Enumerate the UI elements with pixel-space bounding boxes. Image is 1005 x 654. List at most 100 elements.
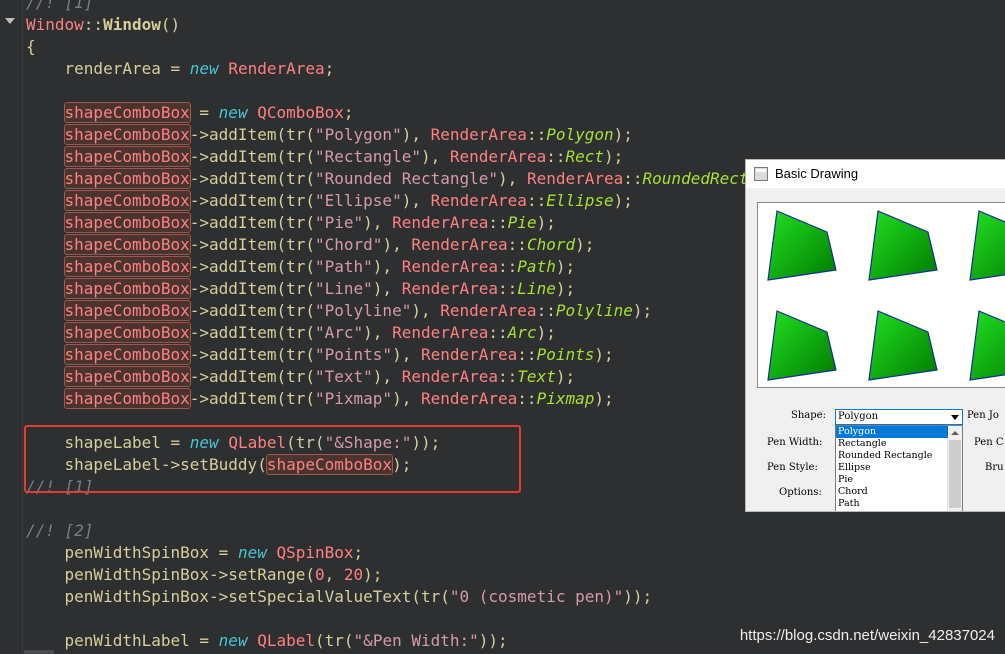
code-token: shapeComboBox (63, 168, 191, 189)
code-line[interactable]: penWidthSpinBox->setRange(0, 20); (26, 564, 383, 586)
dropdown-item[interactable]: Pie (836, 474, 948, 486)
code-line[interactable]: //! [1] (26, 0, 93, 14)
dropdown-scrollbar[interactable] (947, 426, 962, 511)
code-line[interactable]: shapeComboBox = new QComboBox; (26, 102, 354, 124)
polygon-shape (868, 310, 938, 381)
code-token: , (324, 565, 344, 584)
code-line[interactable]: { (26, 36, 36, 58)
code-line[interactable]: penWidthSpinBox = new QSpinBox; (26, 542, 364, 564)
code-line[interactable]: shapeComboBox->addItem(tr("Polygon"), Re… (26, 124, 633, 146)
code-token: ), (372, 367, 402, 386)
code-token: QSpinBox (276, 543, 354, 562)
code-line[interactable]: //! [2] (26, 520, 93, 542)
code-token: ); (555, 257, 576, 276)
code-token: RoundedRect (642, 169, 749, 188)
pen-width-label: Pen Width: (767, 437, 823, 448)
code-token: :: (83, 15, 104, 34)
code-line[interactable]: shapeComboBox->addItem(tr("Rectangle"), … (26, 146, 623, 168)
code-line[interactable]: penWidthSpinBox->setSpecialValueText(tr(… (26, 586, 653, 608)
dropdown-item[interactable]: Rounded Rectangle (836, 450, 948, 462)
code-token: 0 (315, 565, 325, 584)
code-token: penWidthLabel (64, 631, 190, 650)
code-token: :: (488, 213, 508, 232)
code-line[interactable]: shapeComboBox->addItem(tr("Line"), Rende… (26, 278, 575, 300)
code-token: shapeComboBox (63, 234, 191, 255)
code-token: RenderArea (526, 169, 624, 188)
dropdown-item[interactable]: Line (836, 510, 948, 511)
code-token: Ellipse (546, 191, 614, 210)
code-token: ->addItem(tr( (189, 235, 315, 254)
render-area (757, 202, 1005, 388)
code-token: :: (498, 367, 518, 386)
code-token: penWidthSpinBox (64, 565, 210, 584)
code-token: RenderArea (449, 147, 547, 166)
code-token: ->addItem(tr( (189, 389, 315, 408)
shape-dropdown-list[interactable]: Polygon Rectangle Rounded Rectangle Ellipse… (835, 425, 963, 511)
code-token: ); (555, 367, 576, 386)
code-token: renderArea (64, 59, 161, 78)
code-line[interactable]: shapeComboBox->addItem(tr("Text"), Rende… (26, 366, 575, 388)
chevron-down-icon[interactable] (951, 415, 959, 420)
code-token: ->addItem(tr( (189, 323, 315, 342)
polygon-shape (969, 310, 1005, 381)
code-token: shapeComboBox (63, 256, 191, 277)
dropdown-item[interactable]: Ellipse (836, 462, 948, 474)
code-token: "Polyline" (315, 301, 412, 320)
shape-combobox[interactable]: Polygon (835, 409, 963, 425)
code-token: ), (372, 257, 402, 276)
code-token: "Path" (315, 257, 373, 276)
dropdown-item[interactable]: Chord (836, 486, 948, 498)
basic-drawing-window: Basic Drawing Shape: Pen Width: Pen Styl… (745, 159, 1005, 512)
code-line[interactable]: Window::Window() (26, 14, 180, 36)
code-token: Pie (507, 213, 537, 232)
code-token: ->addItem(tr( (189, 257, 315, 276)
code-token: shapeComboBox (63, 190, 191, 211)
code-line[interactable]: shapeComboBox->addItem(tr("Ellipse"), Re… (26, 190, 633, 212)
code-token: RenderArea (430, 125, 527, 144)
horizontal-scrollbar[interactable] (24, 650, 54, 654)
code-token: Path (517, 257, 556, 276)
fold-arrow-icon[interactable] (5, 18, 15, 24)
code-line[interactable]: shapeComboBox->addItem(tr("Path"), Rende… (26, 256, 575, 278)
code-line[interactable]: shapeComboBox->addItem(tr("Pixmap"), Ren… (26, 388, 614, 410)
code-line[interactable]: shapeComboBox->addItem(tr("Pie"), Render… (26, 212, 556, 234)
code-token: ), (401, 125, 431, 144)
code-token: ->addItem(tr( (189, 279, 315, 298)
code-line[interactable]: penWidthLabel = new QLabel(tr("&Pen Widt… (26, 630, 508, 652)
code-line[interactable]: shapeComboBox->addItem(tr("Polyline"), R… (26, 300, 652, 322)
code-token: ; (324, 59, 335, 78)
code-token: shapeComboBox (63, 344, 191, 365)
code-line[interactable]: shapeComboBox->addItem(tr("Rounded Recta… (26, 168, 768, 190)
dropdown-item[interactable]: Rectangle (836, 438, 948, 450)
code-token: ->addItem(tr( (189, 345, 315, 364)
code-token: ); (555, 279, 576, 298)
code-line[interactable]: shapeComboBox->addItem(tr("Chord"), Rend… (26, 234, 594, 256)
code-token: RenderArea (401, 367, 499, 386)
code-line[interactable]: shapeComboBox->addItem(tr("Arc"), Render… (26, 322, 556, 344)
code-token: ; (353, 543, 364, 562)
dropdown-item[interactable]: Path (836, 498, 948, 510)
window-titlebar[interactable]: Basic Drawing (746, 160, 1005, 188)
scroll-thumb[interactable] (949, 440, 961, 508)
code-token: RenderArea (392, 213, 489, 232)
code-token: new (218, 103, 248, 122)
dropdown-item[interactable]: Polygon (836, 426, 949, 439)
scroll-up-icon[interactable] (951, 431, 959, 435)
code-line[interactable]: renderArea = new RenderArea; (26, 58, 335, 80)
code-token: ->setRange( (209, 565, 315, 584)
pen-join-label: Pen Jo (967, 410, 999, 421)
code-token: RenderArea (440, 301, 537, 320)
editor-gutter (0, 0, 23, 654)
code-line[interactable]: shapeComboBox->addItem(tr("Points"), Ren… (26, 344, 614, 366)
code-token: "Text" (315, 367, 373, 386)
